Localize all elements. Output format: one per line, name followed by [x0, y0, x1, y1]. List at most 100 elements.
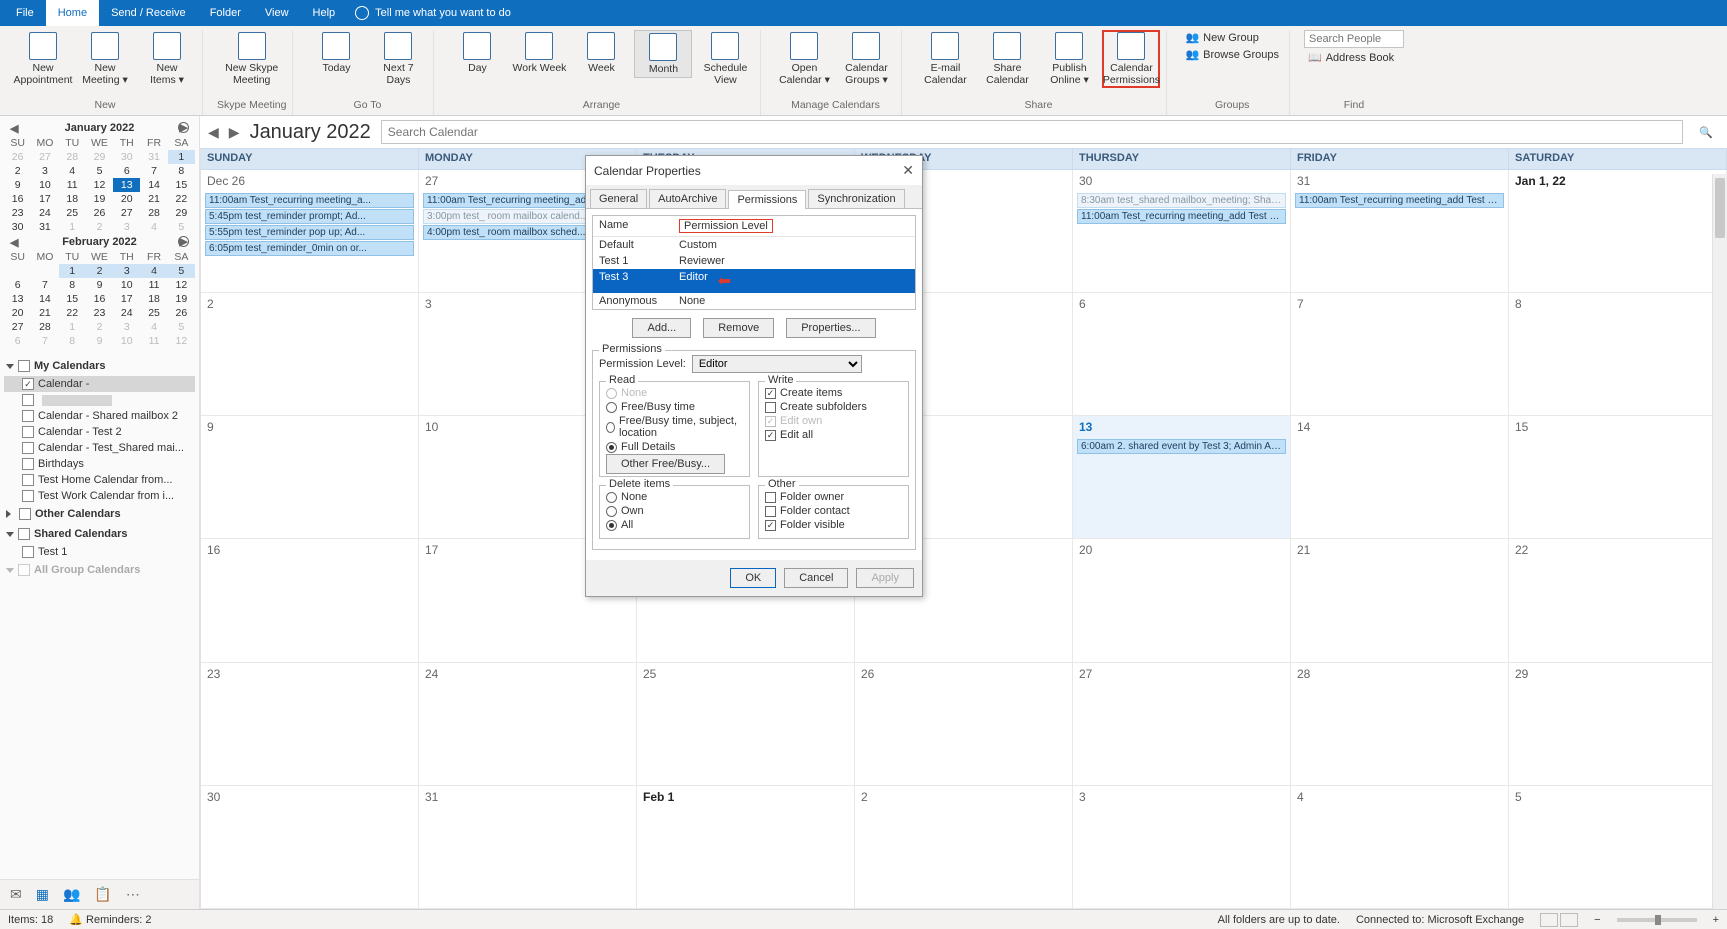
view-reading-icon[interactable] [1560, 913, 1578, 927]
callist-item[interactable]: Calendar - Shared mailbox 2 [4, 408, 195, 424]
close-icon[interactable]: ✕ [902, 162, 914, 179]
minical-day[interactable]: 3 [113, 320, 140, 334]
callist-item[interactable]: Calendar - Test_Shared mai... [4, 440, 195, 456]
minical-day[interactable]: 10 [113, 278, 140, 292]
minical-day[interactable]: 6 [4, 334, 31, 348]
minical-day[interactable]: 1 [168, 150, 195, 164]
callist-section[interactable]: Other Calendars [4, 504, 195, 524]
ribbon-calendar-groups-[interactable]: CalendarGroups ▾ [837, 30, 895, 88]
permission-row[interactable]: AnonymousNone [593, 293, 915, 309]
remove-button[interactable]: Remove [703, 318, 774, 338]
day-cell[interactable]: 4 [1291, 786, 1509, 909]
minical-day[interactable]: 15 [168, 178, 195, 192]
day-cell[interactable]: 6 [1073, 293, 1291, 416]
day-cell[interactable]: 2 [855, 786, 1073, 909]
day-cell[interactable]: 28 [1291, 663, 1509, 786]
minical-day[interactable]: 2 [86, 320, 113, 334]
minical-day[interactable]: 7 [31, 334, 58, 348]
vertical-scrollbar[interactable] [1712, 174, 1727, 909]
permission-row[interactable]: Test 3Editor⬅ [593, 269, 915, 293]
ribbon-month-[interactable]: Month [634, 30, 692, 78]
minical-day[interactable]: 25 [59, 206, 86, 220]
minical-day[interactable]: 18 [140, 292, 167, 306]
minical-day[interactable]: 7 [31, 278, 58, 292]
calendar-event[interactable]: 11:00am Test_recurring meeting_a... [205, 193, 414, 208]
minical-day[interactable]: 16 [86, 292, 113, 306]
minical-day[interactable]: 2 [86, 220, 113, 234]
day-cell[interactable]: 3111:00am Test_recurring meeting_add Tes… [1291, 170, 1509, 293]
minical-day[interactable]: 26 [168, 306, 195, 320]
day-cell[interactable]: Feb 1 [637, 786, 855, 909]
minical-day[interactable]: 10 [113, 334, 140, 348]
ribbon-new-meeting-[interactable]: NewMeeting ▾ [76, 30, 134, 88]
calendar-event[interactable]: 8:30am test_shared mailbox_meeting; Shar… [1077, 193, 1286, 208]
zoom-out[interactable]: − [1594, 914, 1600, 926]
read-option[interactable]: Full Details [606, 440, 743, 454]
minical-day[interactable]: 4 [140, 264, 167, 278]
minical-day[interactable]: 29 [86, 150, 113, 164]
minical-day[interactable]: 11 [140, 334, 167, 348]
day-cell[interactable]: 21 [1291, 539, 1509, 662]
read-option[interactable]: Free/Busy time, subject, location [606, 414, 743, 440]
ribbon-new-skype-meeting[interactable]: New SkypeMeeting [223, 30, 281, 88]
calendar-event[interactable]: 5:45pm test_reminder prompt; Ad... [205, 209, 414, 224]
minical-day[interactable]: 5 [86, 164, 113, 178]
minical-day[interactable]: 20 [4, 306, 31, 320]
day-cell[interactable]: Dec 2611:00am Test_recurring meeting_a..… [201, 170, 419, 293]
delete-option[interactable]: None [606, 490, 743, 504]
calendar-event[interactable]: 11:00am Test_recurring meeting_add Test … [1295, 193, 1504, 208]
callist-item[interactable]: Calendar - Test 2 [4, 424, 195, 440]
ribbon-new-items-[interactable]: NewItems ▾ [138, 30, 196, 88]
other-option[interactable]: Folder contact [765, 504, 902, 518]
callist-section[interactable]: My Calendars [4, 356, 195, 376]
minical-day[interactable]: 31 [140, 150, 167, 164]
minical-day[interactable]: 23 [86, 306, 113, 320]
permissions-list[interactable]: Name Permission Level DefaultCustomTest … [592, 215, 916, 310]
next-month[interactable]: ▶ [229, 124, 240, 141]
minical-day[interactable]: 9 [86, 334, 113, 348]
minical-day[interactable]: 20 [113, 192, 140, 206]
properties-button[interactable]: Properties... [786, 318, 875, 338]
ribbon-schedule-view-[interactable]: Schedule View [696, 30, 754, 88]
minical-day[interactable]: 3 [31, 164, 58, 178]
minical-day[interactable]: 14 [140, 178, 167, 192]
minical-day[interactable]: 11 [59, 178, 86, 192]
minical-day[interactable]: 8 [59, 278, 86, 292]
minical-day[interactable]: 24 [113, 306, 140, 320]
minical-day[interactable]: 4 [140, 320, 167, 334]
minical-day[interactable]: 4 [140, 220, 167, 234]
day-cell[interactable]: 308:30am test_shared mailbox_meeting; Sh… [1073, 170, 1291, 293]
ribbon-share-calendar[interactable]: ShareCalendar [978, 30, 1036, 88]
day-cell[interactable]: 30 [201, 786, 419, 909]
ribbon-new-appointment[interactable]: NewAppointment [14, 30, 72, 88]
minical-day[interactable]: 12 [168, 334, 195, 348]
minical-next[interactable]: ▶ [178, 236, 189, 247]
day-cell[interactable]: 22 [1509, 539, 1727, 662]
minical-prev[interactable]: ◀ [10, 122, 18, 135]
permission-row[interactable]: DefaultCustom [593, 237, 915, 253]
minical-day[interactable]: 23 [4, 206, 31, 220]
permission-level-select[interactable]: Editor [692, 355, 862, 373]
day-cell[interactable]: 16 [201, 539, 419, 662]
minical-day[interactable]: 18 [59, 192, 86, 206]
minical-day[interactable]: 29 [168, 206, 195, 220]
other-option[interactable]: Folder visible [765, 518, 902, 532]
day-cell[interactable]: 26 [855, 663, 1073, 786]
callist-item[interactable]: Test 1 [4, 544, 195, 560]
menu-tab-folder[interactable]: Folder [198, 0, 253, 26]
ribbon-today-[interactable]: Today [307, 30, 365, 76]
minical-day[interactable]: 17 [113, 292, 140, 306]
delete-option[interactable]: All [606, 518, 743, 532]
minical-day[interactable]: 22 [59, 306, 86, 320]
ribbon-day-[interactable]: Day [448, 30, 506, 76]
menu-tab-view[interactable]: View [253, 0, 301, 26]
write-option[interactable]: Create items [765, 386, 902, 400]
day-cell[interactable]: 15 [1509, 416, 1727, 539]
minical-day[interactable]: 28 [59, 150, 86, 164]
minical-day[interactable]: 30 [4, 220, 31, 234]
calendar-event[interactable]: 5:55pm test_reminder pop up; Ad... [205, 225, 414, 240]
minical-day[interactable]: 19 [168, 292, 195, 306]
minical-day[interactable]: 1 [59, 220, 86, 234]
callist-section[interactable]: Shared Calendars [4, 524, 195, 544]
minical-day[interactable]: 31 [31, 220, 58, 234]
